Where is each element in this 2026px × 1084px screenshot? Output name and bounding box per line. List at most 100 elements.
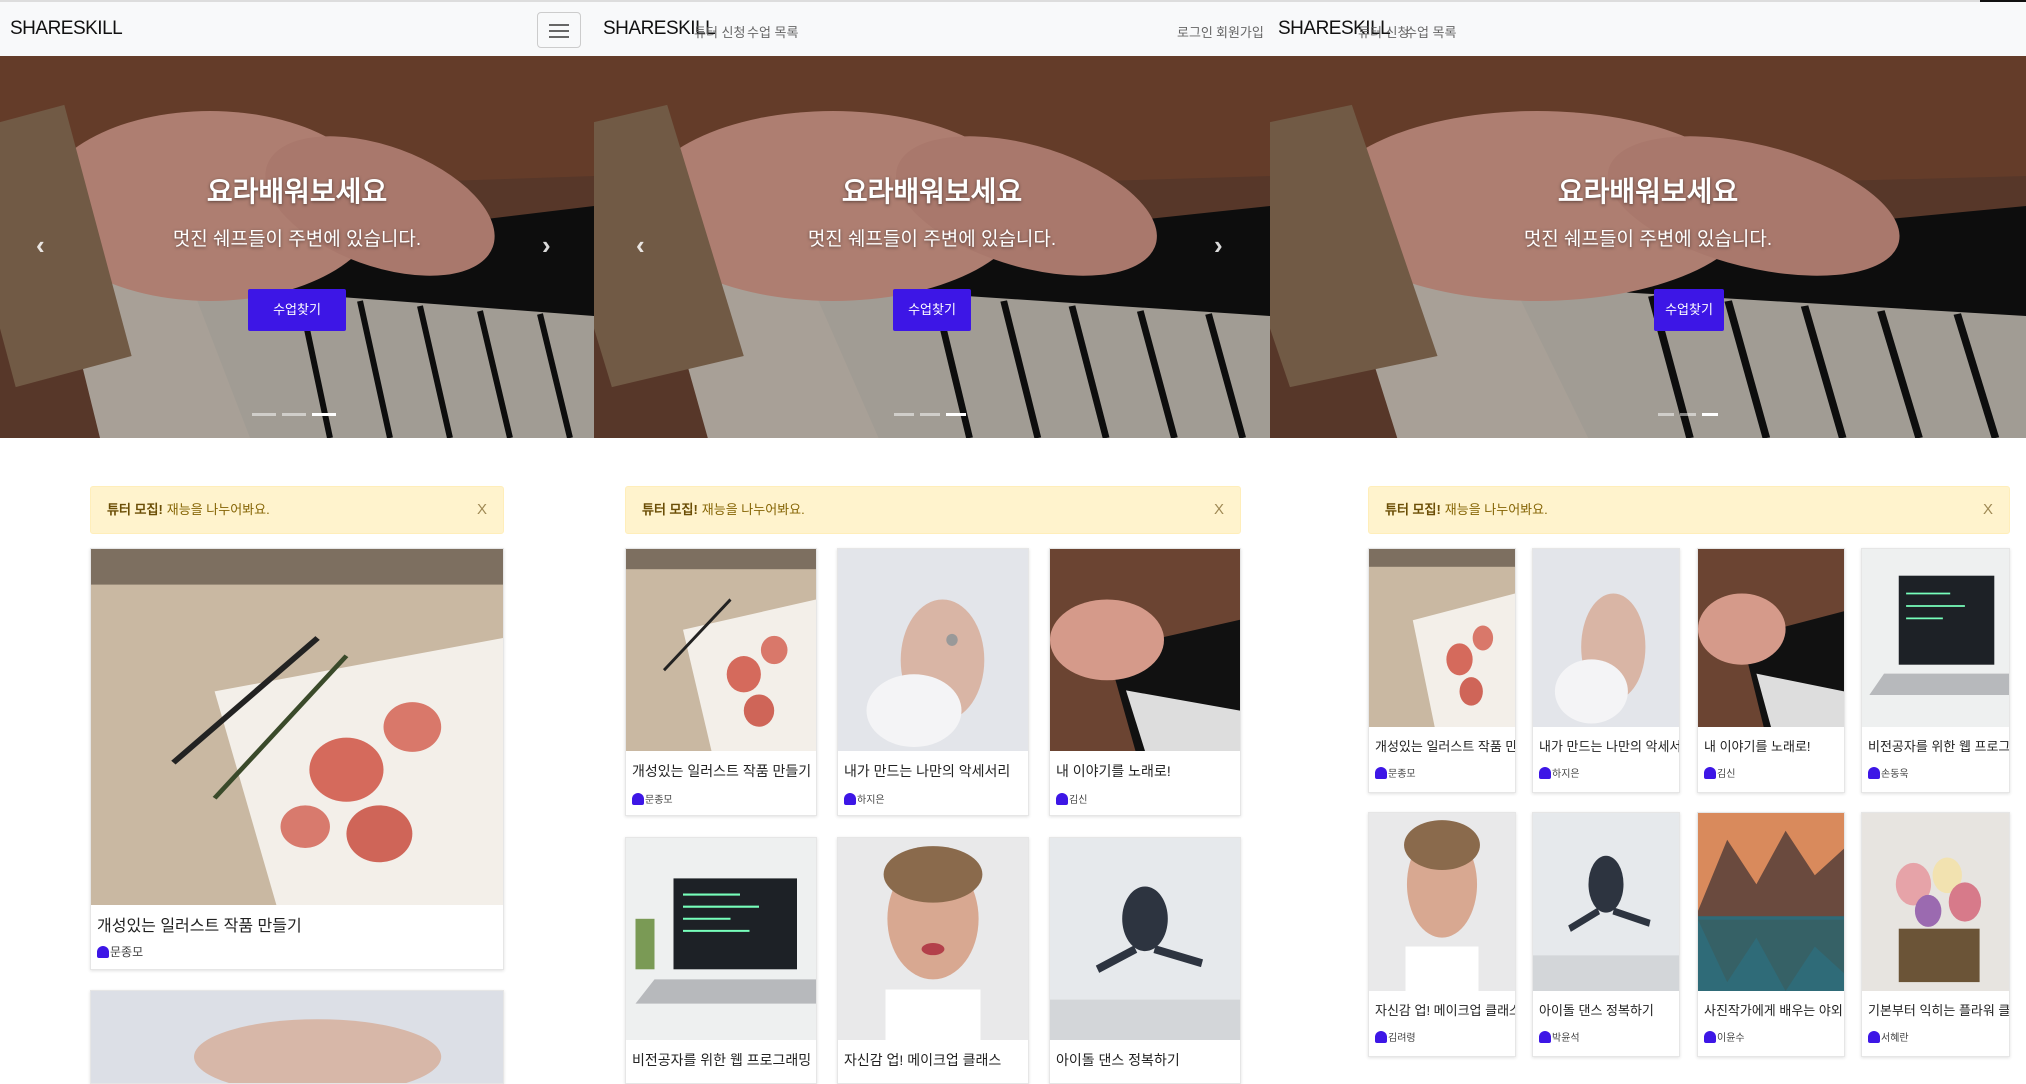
nav-link-class-list[interactable]: 수업 목록 [1405,22,1456,41]
alert-strong: 튜터 모집! [107,502,163,517]
carousel-indicators [252,413,342,416]
class-card[interactable] [90,990,504,1084]
find-class-button[interactable]: 수업찾기 [1654,289,1724,331]
dancer-jump-image [1050,838,1240,1040]
alert-text: 재능을 나누어봐요. [166,502,270,517]
class-title: 기본부터 익히는 플라워 클래스 [1868,1003,2010,1018]
brand-logo[interactable]: SHARESKILL [10,18,123,40]
mountain-lake-image [1698,813,1844,991]
tutor-avatar-icon [1539,767,1551,779]
class-title: 자신감 업! 메이크업 클래스 [1375,1003,1516,1018]
carousel-prev-icon[interactable]: ‹ [36,230,45,261]
class-tutor: 김려령 [1375,1029,1416,1044]
hero-carousel: 요라배워보세요 멋진 쉐프들이 주변에 있습니다. 수업찾기 [1270,56,2026,438]
carousel-indicator[interactable] [1680,413,1696,416]
carousel-next-icon[interactable]: › [542,230,551,261]
laptop-code-image [626,838,816,1040]
tutor-avatar-icon [1375,767,1387,779]
alert-text: 재능을 나누어봐요. [701,502,805,517]
class-card[interactable]: 사진작가에게 배우는 야외 사진 이윤수 [1697,812,1845,1057]
hero-carousel: 요라배워보세요 멋진 쉐프들이 주변에 있습니다. 수업찾기 ‹ › [594,56,1270,438]
nav-link-class-list[interactable]: 수업 목록 [747,22,798,41]
class-card[interactable]: 비전공자를 위한 웹 프로그래밍 [625,837,817,1084]
carousel-indicator[interactable] [894,413,914,416]
class-card[interactable]: 아이돌 댄스 정복하기 [1049,837,1241,1084]
carousel-indicator[interactable] [1658,413,1674,416]
class-card[interactable]: 기본부터 익히는 플라워 클래스 서혜란 [1861,812,2010,1057]
hero-title: 요라배워보세요 [841,176,1023,207]
watercolor-flowers-image [1369,549,1515,727]
class-tutor: 하지은 [844,791,885,806]
class-card[interactable]: 내가 만드는 나만의 악세서리 하지은 [837,548,1029,816]
tutor-recruit-alert: 튜터 모집! 재능을 나누어봐요. X [625,486,1241,534]
class-tutor: 문종모 [97,943,143,960]
nav-link-signup[interactable]: 회원가입 [1216,22,1264,41]
class-title: 내 이야기를 노래로! [1056,763,1171,779]
class-card[interactable]: 개성있는 일러스트 작품 만들기 문종모 [625,548,817,816]
class-title: 자신감 업! 메이크업 클래스 [844,1052,1002,1068]
nav-link-tutor-apply[interactable]: 튜터 신청 [694,22,745,41]
class-card[interactable]: 내 이야기를 노래로! 김신 [1697,548,1845,793]
tutor-avatar-icon [1056,793,1068,805]
carousel-indicator[interactable] [946,413,966,416]
class-title: 개성있는 일러스트 작품 만들기 [1375,739,1515,754]
makeup-portrait-image [1369,813,1515,991]
class-title: 아이돌 댄스 정복하기 [1539,1003,1654,1018]
class-tutor: 박윤석 [1539,1029,1580,1044]
tutor-recruit-alert: 튜터 모집! 재능을 나누어봐요. X [90,486,504,534]
carousel-indicator[interactable] [1702,413,1718,416]
class-title: 비전공자를 위한 웹 프로그래밍 [632,1052,812,1068]
class-card[interactable]: 개성있는 일러스트 작품 만들기 문종모 [1368,548,1516,793]
carousel-indicators [894,413,970,416]
nav-link-login[interactable]: 로그인 [1177,22,1213,41]
hero-title: 요라배워보세요 [1557,176,1739,207]
class-tutor: 문종모 [632,791,673,806]
carousel-indicator[interactable] [282,413,306,416]
carousel-indicators [1658,413,1720,416]
carousel-indicator[interactable] [252,413,276,416]
watercolor-flowers-image [626,549,816,751]
hero-carousel: 요라배워보세요 멋진 쉐프들이 주변에 있습니다. 수업찾기 ‹ › [0,56,594,438]
piano-hands-image [1050,549,1240,751]
piano-hands-image [1698,549,1844,727]
hamburger-menu-button[interactable] [537,12,581,48]
class-card[interactable]: 자신감 업! 메이크업 클래스 [837,837,1029,1084]
class-title: 개성있는 일러스트 작품 만들기 [632,763,812,779]
tutor-avatar-icon [1375,1031,1387,1043]
class-card[interactable]: 내가 만드는 나만의 악세서리 하지은 [1532,548,1680,793]
tutor-avatar-icon [1868,767,1880,779]
class-card[interactable]: 아이돌 댄스 정복하기 박윤석 [1532,812,1680,1057]
find-class-button[interactable]: 수업찾기 [893,289,971,331]
class-card[interactable]: 비전공자를 위한 웹 프로그래밍 손동욱 [1861,548,2010,793]
laptop-code-image [1862,549,2009,727]
class-card[interactable]: 개성있는 일러스트 작품 만들기 문종모 [90,548,504,970]
top-navbar: SHARESKILL SHARESKILL 튜터 신청 수업 목록 로그인 회원… [0,0,2026,56]
alert-text: 재능을 나누어봐요. [1444,502,1548,517]
tutor-avatar-icon [1539,1031,1551,1043]
class-tutor: 이윤수 [1704,1029,1745,1044]
hero-subtitle: 멋진 쉐프들이 주변에 있습니다. [807,229,1057,250]
alert-close-button[interactable]: X [1983,487,1993,533]
tutor-avatar-icon [1704,1031,1716,1043]
alert-close-button[interactable]: X [477,487,487,533]
tutor-avatar-icon [844,793,856,805]
nav-link-tutor-apply[interactable]: 튜터 신청 [1358,22,1409,41]
carousel-indicator[interactable] [312,413,336,416]
carousel-indicator[interactable] [920,413,940,416]
class-card[interactable]: 자신감 업! 메이크업 클래스 김려령 [1368,812,1516,1057]
watercolor-flowers-image [91,549,503,905]
tutor-avatar-icon [97,946,109,958]
hero-subtitle: 멋진 쉐프들이 주변에 있습니다. [1523,229,1773,250]
carousel-next-icon[interactable]: › [1214,230,1223,261]
class-tutor: 문종모 [1375,765,1416,780]
class-card[interactable]: 내 이야기를 노래로! 김신 [1049,548,1241,816]
hands-rings-image [91,991,503,1083]
class-title: 개성있는 일러스트 작품 만들기 [97,918,302,935]
hands-rings-image [1533,549,1679,727]
hero-title: 요라배워보세요 [206,176,388,207]
carousel-prev-icon[interactable]: ‹ [636,230,645,261]
find-class-button[interactable]: 수업찾기 [248,289,346,331]
tutor-avatar-icon [1868,1031,1880,1043]
alert-close-button[interactable]: X [1214,487,1224,533]
class-title: 비전공자를 위한 웹 프로그래밍 [1868,739,2010,754]
